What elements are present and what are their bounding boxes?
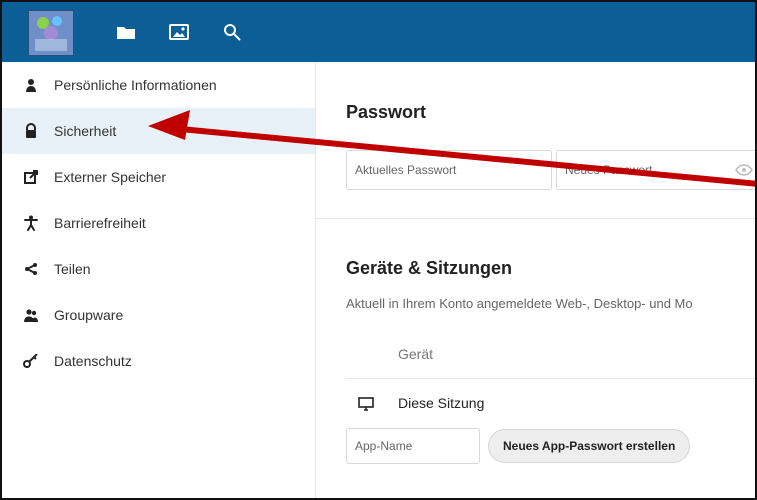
section-title-geraete-sitzungen: Geräte & Sitzungen xyxy=(346,258,513,278)
accessibility-icon xyxy=(22,214,40,232)
sidebar-item-sicherheit[interactable]: Sicherheit xyxy=(2,108,315,154)
table-header-geraet: Gerät xyxy=(398,346,434,362)
section-divider xyxy=(316,218,755,219)
sidebar-item-label: Teilen xyxy=(54,261,91,277)
search-icon[interactable] xyxy=(220,20,244,44)
sidebar-item-datenschutz[interactable]: Datenschutz xyxy=(2,338,315,384)
sidebar-item-label: Datenschutz xyxy=(54,353,132,369)
settings-sidebar: Persönliche Informationen Sicherheit Ext… xyxy=(2,62,316,498)
settings-content: Passwort Aktuelles Passwort Neues Passwo… xyxy=(316,62,755,498)
app-logo[interactable] xyxy=(28,10,74,56)
session-row-label: Diese Sitzung xyxy=(398,395,485,411)
top-header xyxy=(2,2,755,62)
files-icon[interactable] xyxy=(114,20,138,44)
sidebar-item-label: Groupware xyxy=(54,307,124,323)
sessions-description: Aktuell in Ihrem Konto angemeldete Web-,… xyxy=(346,296,693,311)
sidebar-item-groupware[interactable]: Groupware xyxy=(2,292,315,338)
photos-icon[interactable] xyxy=(167,20,191,44)
sidebar-item-externer-speicher[interactable]: Externer Speicher xyxy=(2,154,315,200)
sidebar-item-label: Sicherheit xyxy=(54,123,117,139)
app-window: Persönliche Informationen Sicherheit Ext… xyxy=(0,0,757,500)
sidebar-item-persoenliche-informationen[interactable]: Persönliche Informationen xyxy=(2,62,315,108)
current-password-field[interactable]: Aktuelles Passwort xyxy=(346,150,552,190)
person-icon xyxy=(22,76,40,94)
key-icon xyxy=(22,352,40,370)
share-icon xyxy=(22,260,40,278)
create-app-password-button[interactable]: Neues App-Passwort erstellen xyxy=(488,429,691,463)
show-password-icon[interactable] xyxy=(735,164,753,176)
lock-icon xyxy=(22,122,40,140)
section-title-passwort: Passwort xyxy=(346,102,427,122)
external-link-icon xyxy=(22,168,40,186)
sidebar-item-teilen[interactable]: Teilen xyxy=(2,246,315,292)
new-password-field[interactable]: Neues Passwort xyxy=(556,150,755,190)
sidebar-item-label: Barrierefreiheit xyxy=(54,215,146,231)
sidebar-item-barrierefreiheit[interactable]: Barrierefreiheit xyxy=(2,200,315,246)
sidebar-item-label: Persönliche Informationen xyxy=(54,77,217,93)
new-password-placeholder: Neues Passwort xyxy=(565,163,653,177)
app-name-input[interactable]: App-Name xyxy=(346,428,480,464)
monitor-icon xyxy=(358,396,374,412)
groupware-icon xyxy=(22,306,40,324)
sidebar-item-label: Externer Speicher xyxy=(54,169,167,185)
table-divider xyxy=(346,378,755,379)
